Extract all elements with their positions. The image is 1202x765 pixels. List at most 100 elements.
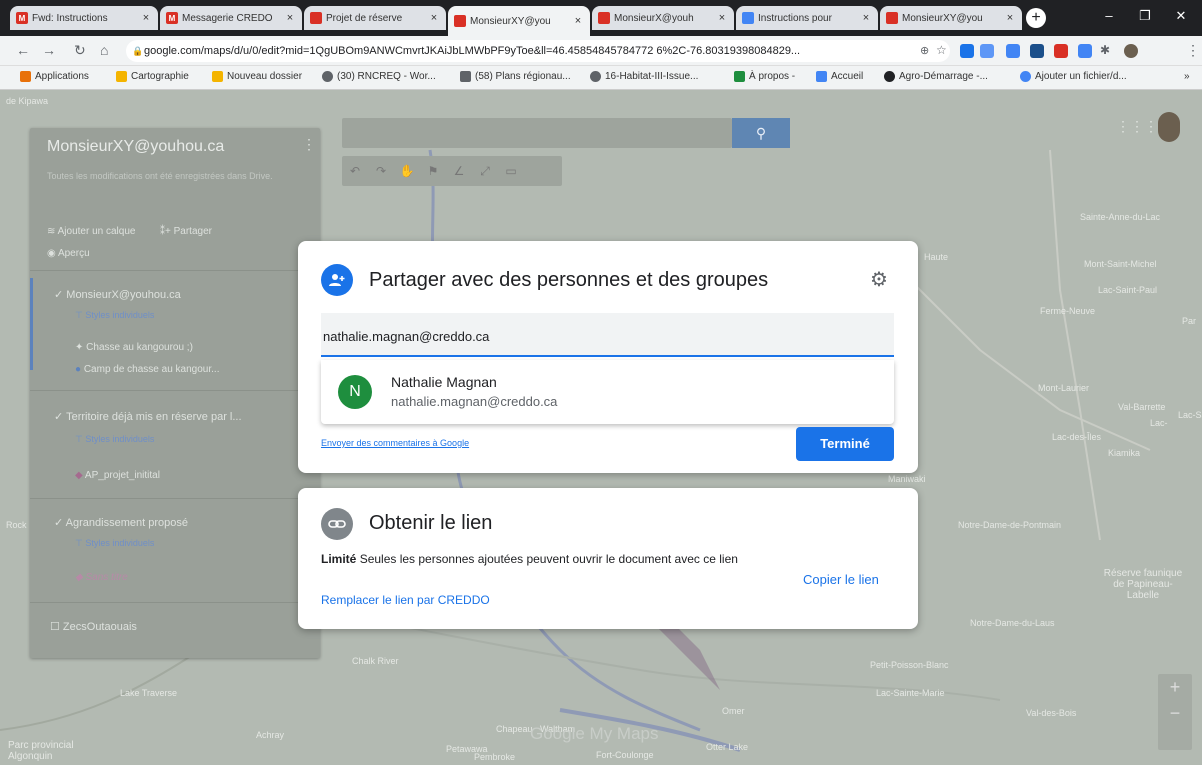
pdf-extension-icon[interactable] bbox=[1054, 44, 1068, 58]
reload-icon[interactable]: ↻ bbox=[74, 42, 86, 59]
map-title[interactable]: MonsieurXY@youhou.ca bbox=[47, 138, 224, 156]
bookmark[interactable]: 16-Habitat-III-Issue... bbox=[590, 71, 698, 82]
close-icon[interactable]: × bbox=[428, 12, 440, 24]
maps-icon bbox=[454, 15, 466, 27]
address-bar[interactable]: 🔒 google.com/maps/d/u/0/edit?mid=1QgUBOm9… bbox=[126, 40, 950, 62]
ruler-icon[interactable]: ▭ bbox=[498, 156, 524, 186]
extension-icon[interactable] bbox=[1030, 44, 1044, 58]
checkbox-icon[interactable]: ✓ bbox=[54, 289, 66, 301]
draw-line-icon[interactable]: ∠ bbox=[446, 156, 472, 186]
map-label: Fort-Coulonge bbox=[596, 750, 654, 760]
directions-icon[interactable]: ⤢ bbox=[472, 156, 498, 186]
style-label: Styles individuels bbox=[85, 310, 155, 320]
forward-icon[interactable]: → bbox=[42, 42, 56, 58]
apps-grid-icon[interactable]: ⋮⋮⋮ bbox=[1116, 118, 1158, 135]
tab[interactable]: M Fwd: Instructions × bbox=[10, 6, 158, 30]
search-icon: ⚲ bbox=[755, 125, 767, 141]
map-label: Otter Lake bbox=[706, 742, 749, 752]
bookmark[interactable]: Agro-Démarrage -... bbox=[884, 71, 988, 82]
add-layer-button[interactable]: ≋ Ajouter un calque bbox=[47, 226, 135, 237]
extensions-puzzle-icon[interactable]: ✱ bbox=[1100, 43, 1110, 57]
copy-link-button[interactable]: Copier le lien bbox=[803, 572, 879, 587]
home-icon[interactable]: ⌂ bbox=[100, 42, 108, 58]
close-icon[interactable]: × bbox=[716, 12, 728, 24]
layer-item[interactable]: ✦ Chasse au kangourou ;) bbox=[75, 342, 193, 353]
map-label: Mont-Saint-Michel bbox=[1084, 259, 1157, 269]
checkbox-icon[interactable]: ☐ bbox=[50, 621, 63, 633]
gear-icon[interactable]: ⚙ bbox=[870, 267, 888, 292]
close-icon[interactable]: × bbox=[1004, 12, 1016, 24]
account-avatar[interactable] bbox=[1158, 112, 1180, 142]
access-level[interactable]: Limité bbox=[321, 552, 356, 566]
layer-4[interactable]: ☐ ZecsOutaouais bbox=[50, 620, 137, 633]
bookmark-folder[interactable]: Nouveau dossier bbox=[212, 71, 302, 82]
share-button[interactable]: ⁑+ Partager bbox=[160, 226, 212, 237]
gmail-icon: M bbox=[166, 12, 178, 24]
more-bookmarks-icon[interactable]: » bbox=[1184, 71, 1190, 82]
close-icon[interactable]: × bbox=[284, 12, 296, 24]
avatar: N bbox=[338, 375, 372, 409]
preview-button[interactable]: ◉ Aperçu bbox=[47, 248, 90, 259]
close-icon[interactable]: × bbox=[860, 12, 872, 24]
extension-icon[interactable] bbox=[1078, 44, 1092, 58]
feedback-link[interactable]: Envoyer des commentaires à Google bbox=[321, 438, 469, 448]
contact-suggestion[interactable]: N Nathalie Magnan nathalie.magnan@creddo… bbox=[321, 360, 894, 424]
layer-style[interactable]: ⊤ Styles individuels bbox=[75, 310, 154, 321]
tab[interactable]: MonsieurX@youh × bbox=[592, 6, 734, 30]
tab[interactable]: Projet de réserve × bbox=[304, 6, 446, 30]
bookmark[interactable]: Ajouter un fichier/d... bbox=[1020, 71, 1127, 82]
bookmark[interactable]: À propos - bbox=[734, 71, 795, 82]
zoom-icon[interactable]: ⊕ bbox=[920, 44, 929, 57]
redo-icon[interactable]: ↷ bbox=[368, 156, 394, 186]
tab[interactable]: MonsieurXY@you × bbox=[880, 6, 1022, 30]
layer-style[interactable]: ⊤ Styles individuels bbox=[75, 434, 154, 445]
replace-link-button[interactable]: Remplacer le lien par CREDDO bbox=[321, 593, 490, 607]
undo-icon[interactable]: ↶ bbox=[342, 156, 368, 186]
done-button[interactable]: Terminé bbox=[796, 427, 894, 461]
map-search-input[interactable] bbox=[342, 118, 732, 148]
menu-icon[interactable]: ⋮ bbox=[1186, 42, 1200, 59]
email-field[interactable]: nathalie.magnan@creddo.ca bbox=[321, 313, 894, 357]
checkbox-icon[interactable]: ✓ bbox=[54, 411, 66, 423]
search-button[interactable]: ⚲ bbox=[732, 118, 790, 148]
layer-item[interactable]: ● Camp de chasse au kangour... bbox=[75, 364, 219, 375]
maximize-icon[interactable]: ❐ bbox=[1130, 8, 1160, 24]
tab[interactable]: Instructions pour × bbox=[736, 6, 878, 30]
bookmark[interactable]: (58) Plans régionau... bbox=[460, 71, 571, 82]
map-label: Parc provincial Algonquin bbox=[8, 740, 74, 762]
layer-item[interactable]: ◆ AP_projet_initital bbox=[75, 470, 160, 481]
site-icon bbox=[884, 71, 895, 82]
layer-3[interactable]: ✓ Agrandissement proposé bbox=[54, 516, 188, 529]
zoom-out-icon[interactable]: − bbox=[1158, 700, 1192, 726]
zoom-in-icon[interactable]: + bbox=[1158, 674, 1192, 700]
bookmark-apps[interactable]: Applications bbox=[20, 71, 89, 82]
layer-style[interactable]: ⊤ Styles individuels bbox=[75, 538, 154, 549]
extension-icon[interactable] bbox=[1006, 44, 1020, 58]
checkbox-icon[interactable]: ✓ bbox=[54, 517, 66, 529]
bookmark-folder[interactable]: Cartographie bbox=[116, 71, 189, 82]
extension-icon[interactable] bbox=[960, 44, 974, 58]
layer-item[interactable]: ◆ Sans titre bbox=[75, 572, 128, 583]
map-label: Haute bbox=[924, 252, 949, 262]
more-options-icon[interactable]: ⋮ bbox=[302, 136, 316, 153]
url-text: google.com/maps/d/u/0/edit?mid=1QgUBOm9A… bbox=[144, 45, 801, 57]
layer-1[interactable]: ✓ MonsieurX@youhou.ca bbox=[54, 288, 181, 301]
profile-avatar[interactable] bbox=[1124, 44, 1138, 58]
marker-icon[interactable]: ⚑ bbox=[420, 156, 446, 186]
map-label: Maniwaki bbox=[888, 474, 926, 484]
close-icon[interactable]: × bbox=[140, 12, 152, 24]
tab[interactable]: M Messagerie CREDO × bbox=[160, 6, 302, 30]
map-label: Petit-Poisson-Blanc bbox=[870, 660, 949, 670]
extension-icon[interactable] bbox=[980, 44, 994, 58]
star-icon[interactable]: ☆ bbox=[936, 43, 947, 57]
bookmark[interactable]: Accueil bbox=[816, 71, 863, 82]
bookmark[interactable]: (30) RNCREQ - Wor... bbox=[322, 71, 436, 82]
new-tab-button[interactable]: + bbox=[1026, 8, 1046, 28]
tab-active[interactable]: MonsieurXY@you × bbox=[448, 6, 590, 36]
back-icon[interactable]: ← bbox=[16, 42, 30, 58]
hand-icon[interactable]: ✋ bbox=[394, 156, 420, 186]
close-icon[interactable]: × bbox=[572, 15, 584, 27]
layer-2[interactable]: ✓ Territoire déjà mis en réserve par l..… bbox=[54, 410, 242, 423]
minimize-icon[interactable]: – bbox=[1094, 8, 1124, 23]
close-window-icon[interactable]: ✕ bbox=[1166, 8, 1196, 24]
